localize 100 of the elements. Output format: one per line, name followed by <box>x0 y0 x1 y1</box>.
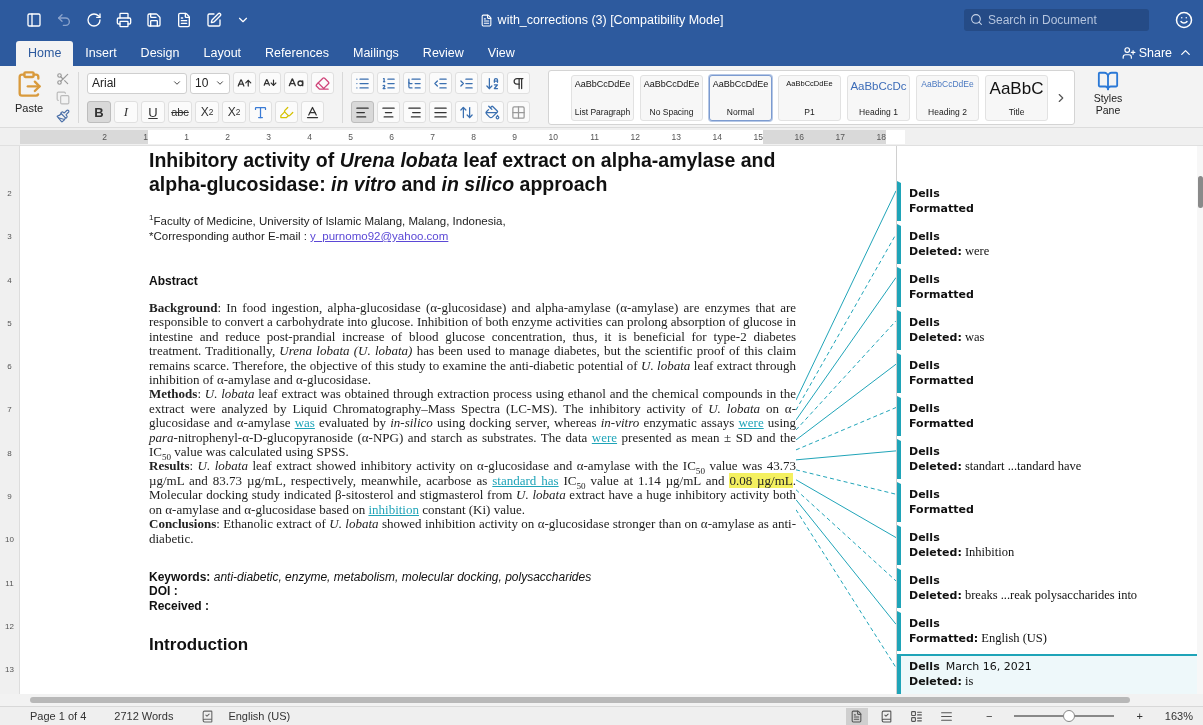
borders-button[interactable] <box>507 101 530 123</box>
word-document-icon <box>479 13 493 27</box>
change-detail: standart ...tandard have <box>963 459 1082 473</box>
change-case-button[interactable] <box>284 72 308 94</box>
format-button[interactable]: I <box>114 101 138 123</box>
font-color-button[interactable] <box>301 101 324 123</box>
bullet-list-icon <box>355 75 370 91</box>
style-tile[interactable]: AaBbCcDdEe No Spacing <box>640 74 703 121</box>
page-count: Page 1 of 4 <box>30 710 87 722</box>
ribbon-tab[interactable]: References <box>253 41 341 66</box>
change-type: Formatted <box>909 503 974 516</box>
align-right-button[interactable] <box>403 101 426 123</box>
author-name: Dells <box>909 273 940 286</box>
document-icon[interactable] <box>176 12 192 28</box>
format-button[interactable]: B <box>87 101 111 123</box>
style-tile[interactable]: AaBbCcDdEe List Paragraph <box>571 74 634 121</box>
styles-pane-button[interactable]: Styles Pane <box>1083 70 1133 125</box>
style-tile[interactable]: AaBbCcDc Heading 1 <box>847 74 910 121</box>
increase-indent-button[interactable] <box>455 72 478 94</box>
pane-icon <box>1097 70 1119 92</box>
bullets-button[interactable] <box>351 72 374 94</box>
grow-font-button[interactable] <box>233 72 256 94</box>
author-name: Dells <box>909 617 940 630</box>
ribbon-tab[interactable]: Insert <box>73 41 129 66</box>
pilcrow-icon <box>511 75 526 91</box>
change-type: Formatted <box>909 374 974 387</box>
letter-icon <box>253 104 268 120</box>
format-painter-icon[interactable] <box>56 109 70 123</box>
zoom-out-button[interactable]: − <box>986 710 993 722</box>
cut-icon[interactable] <box>56 72 70 86</box>
sort-icon <box>485 75 500 91</box>
change-detail: is <box>963 674 974 688</box>
font-color-icon <box>305 104 320 120</box>
decrease-indent-button[interactable] <box>429 72 452 94</box>
smiley-icon[interactable] <box>1175 11 1193 29</box>
line-spacing-icon <box>459 104 474 120</box>
ribbon-tab[interactable]: Design <box>128 41 192 66</box>
style-tile[interactable]: AaBbCcDdEe Normal <box>709 74 772 121</box>
print-icon[interactable] <box>116 12 132 28</box>
style-tile[interactable]: AaBbC Title <box>985 74 1048 121</box>
proofing-icon[interactable] <box>201 709 215 723</box>
align-left-button[interactable] <box>351 101 374 123</box>
ribbon-tab[interactable]: Review <box>410 41 476 66</box>
search-icon <box>970 13 983 26</box>
change-type: Deleted: <box>909 245 962 258</box>
ribbon-tab[interactable]: View <box>475 41 527 66</box>
outdent-icon <box>433 75 448 91</box>
view-button[interactable] <box>846 707 868 725</box>
sidebar-icon[interactable] <box>26 12 42 28</box>
undo-icon[interactable] <box>56 12 72 28</box>
shading-button[interactable] <box>481 101 504 123</box>
email-link[interactable]: y_purnomo92@yahoo.com <box>310 230 449 242</box>
text-effects-button[interactable] <box>249 101 272 123</box>
line-spacing-button[interactable] <box>455 101 478 123</box>
search-field[interactable]: Search in Document <box>964 9 1149 31</box>
window-title: with_corrections (3) [Compatibility Mode] <box>497 13 724 27</box>
list-tree-icon <box>407 75 422 91</box>
change-detail: breaks ...reak polysaccharides into <box>963 588 1138 602</box>
ribbon-tab[interactable]: Layout <box>191 41 254 66</box>
introduction-heading: Introduction <box>149 635 250 656</box>
keywords-text: Keywords: anti-diabetic, enzyme, metabolism, molecular docking, polysaccharides <box>149 569 592 584</box>
format-button[interactable]: U <box>141 101 165 123</box>
redo-icon[interactable] <box>86 12 102 28</box>
author-name: Dells <box>909 488 940 501</box>
dropdown-icon <box>172 78 182 88</box>
change-detail: were <box>963 244 990 258</box>
scrollbar-thumb[interactable] <box>1197 176 1203 208</box>
zoom-in-button[interactable]: + <box>1136 710 1143 722</box>
abstract-heading: Abstract <box>149 274 199 288</box>
shrink-font-button[interactable] <box>259 72 281 94</box>
clear-formatting-button[interactable] <box>311 72 334 94</box>
ribbon-tab[interactable]: Home <box>16 41 74 66</box>
received-label: Received : <box>149 598 210 613</box>
save-icon[interactable] <box>146 12 162 28</box>
change-type: Formatted: <box>909 632 979 645</box>
paste-button[interactable]: Paste <box>10 70 48 125</box>
font-size-field[interactable]: 10 <box>190 72 230 94</box>
scrollbar-thumb[interactable] <box>30 697 1130 703</box>
author-name: Dells <box>909 574 940 587</box>
align-right-icon <box>407 104 422 120</box>
multilevel-list-button[interactable] <box>403 72 426 94</box>
edit-icon[interactable] <box>206 12 222 28</box>
change-type: Deleted: <box>909 675 962 688</box>
format-button[interactable]: abc <box>168 101 192 123</box>
pilcrow-button[interactable] <box>507 72 530 94</box>
zoom-percent: 163% <box>1164 710 1193 722</box>
zoom-slider-thumb[interactable] <box>1063 710 1076 722</box>
justify-button[interactable] <box>429 101 452 123</box>
dropdown-icon <box>215 78 225 88</box>
share-button[interactable]: Share <box>1115 46 1178 66</box>
change-balloon[interactable]: Dells March 16, 2021 Deleted: is <box>897 654 1197 694</box>
align-center-button[interactable] <box>377 101 400 123</box>
review-layout-icon <box>880 709 894 723</box>
style-tile[interactable]: AaBbCcDdEe Heading 2 <box>916 74 979 121</box>
font-name-field[interactable]: Arial <box>87 72 187 94</box>
author-name: Dells <box>909 531 940 544</box>
abstract-paragraph: Conclusions: Ethanolic extract of U. lobata showed inhibition activity on α-glucosidase stronger than on α-amylase as anti-diabetic. <box>149 517 796 546</box>
ribbon-tab[interactable]: Mailings <box>341 41 411 66</box>
sort-button[interactable] <box>481 72 504 94</box>
numbering-button[interactable] <box>377 72 400 94</box>
